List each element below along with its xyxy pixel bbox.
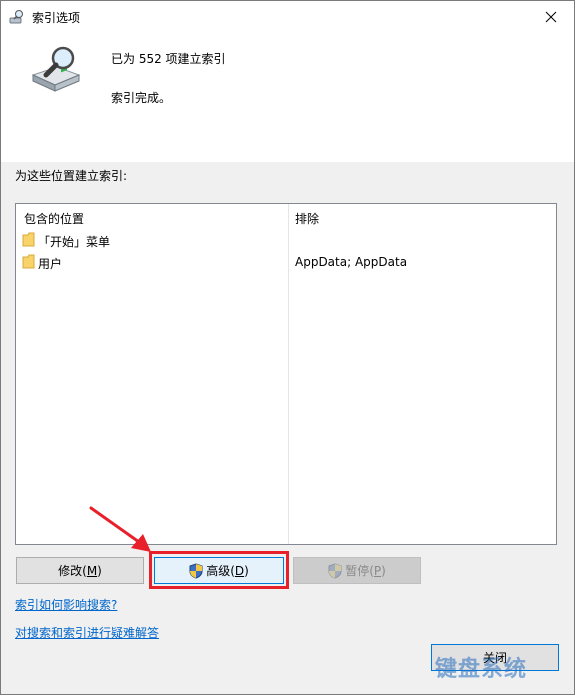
- indexing-options-icon: [9, 10, 23, 24]
- uac-shield-icon: [328, 562, 342, 579]
- close-window-button[interactable]: [528, 1, 574, 32]
- column-header-included[interactable]: 包含的位置: [24, 210, 84, 227]
- highlight-annotation-box: [149, 551, 289, 589]
- folder-icon: [22, 254, 35, 269]
- window-title: 索引选项: [32, 11, 81, 25]
- how-indexing-affects-search-link[interactable]: 索引如何影响搜索?: [15, 596, 117, 613]
- indexed-locations-list[interactable]: 包含的位置 排除 「开始」菜单 用户 AppData; AppData: [15, 203, 557, 545]
- status-area: [1, 32, 574, 162]
- indexing-drive-icon: [31, 46, 81, 92]
- annotation-arrow-icon: [89, 506, 151, 552]
- locations-section-label: 为这些位置建立索引:: [15, 169, 128, 183]
- folder-icon: [22, 232, 35, 247]
- pause-accesskey: P: [373, 563, 382, 578]
- location-name: 「开始」菜单: [38, 235, 111, 249]
- modify-accesskey: M: [86, 563, 98, 578]
- indexed-count-text: 已为 552 项建立索引: [111, 52, 226, 66]
- pause-label: 暂停(: [345, 564, 374, 578]
- modify-button[interactable]: 修改(M): [16, 557, 144, 584]
- list-item[interactable]: 用户 AppData; AppData: [16, 252, 556, 272]
- close-button[interactable]: 关闭: [431, 644, 559, 671]
- indexing-complete-text: 索引完成。: [111, 91, 172, 105]
- troubleshoot-search-link[interactable]: 对搜索和索引进行疑难解答: [15, 624, 159, 641]
- location-name: 用户: [38, 257, 63, 271]
- column-header-excluded[interactable]: 排除: [295, 210, 319, 227]
- indexing-options-window: 索引选项 已为 552 项建立索引 索引完成。 为这些位置建立索引: 包含的位置…: [0, 0, 575, 695]
- list-item[interactable]: 「开始」菜单: [16, 230, 556, 250]
- close-label: 关闭: [482, 651, 507, 665]
- title-bar: 索引选项: [1, 1, 574, 32]
- location-exclusions: AppData; AppData: [295, 255, 408, 269]
- pause-button[interactable]: 暂停(P): [293, 557, 421, 584]
- close-icon: [545, 11, 557, 22]
- modify-label: 修改(: [58, 564, 87, 578]
